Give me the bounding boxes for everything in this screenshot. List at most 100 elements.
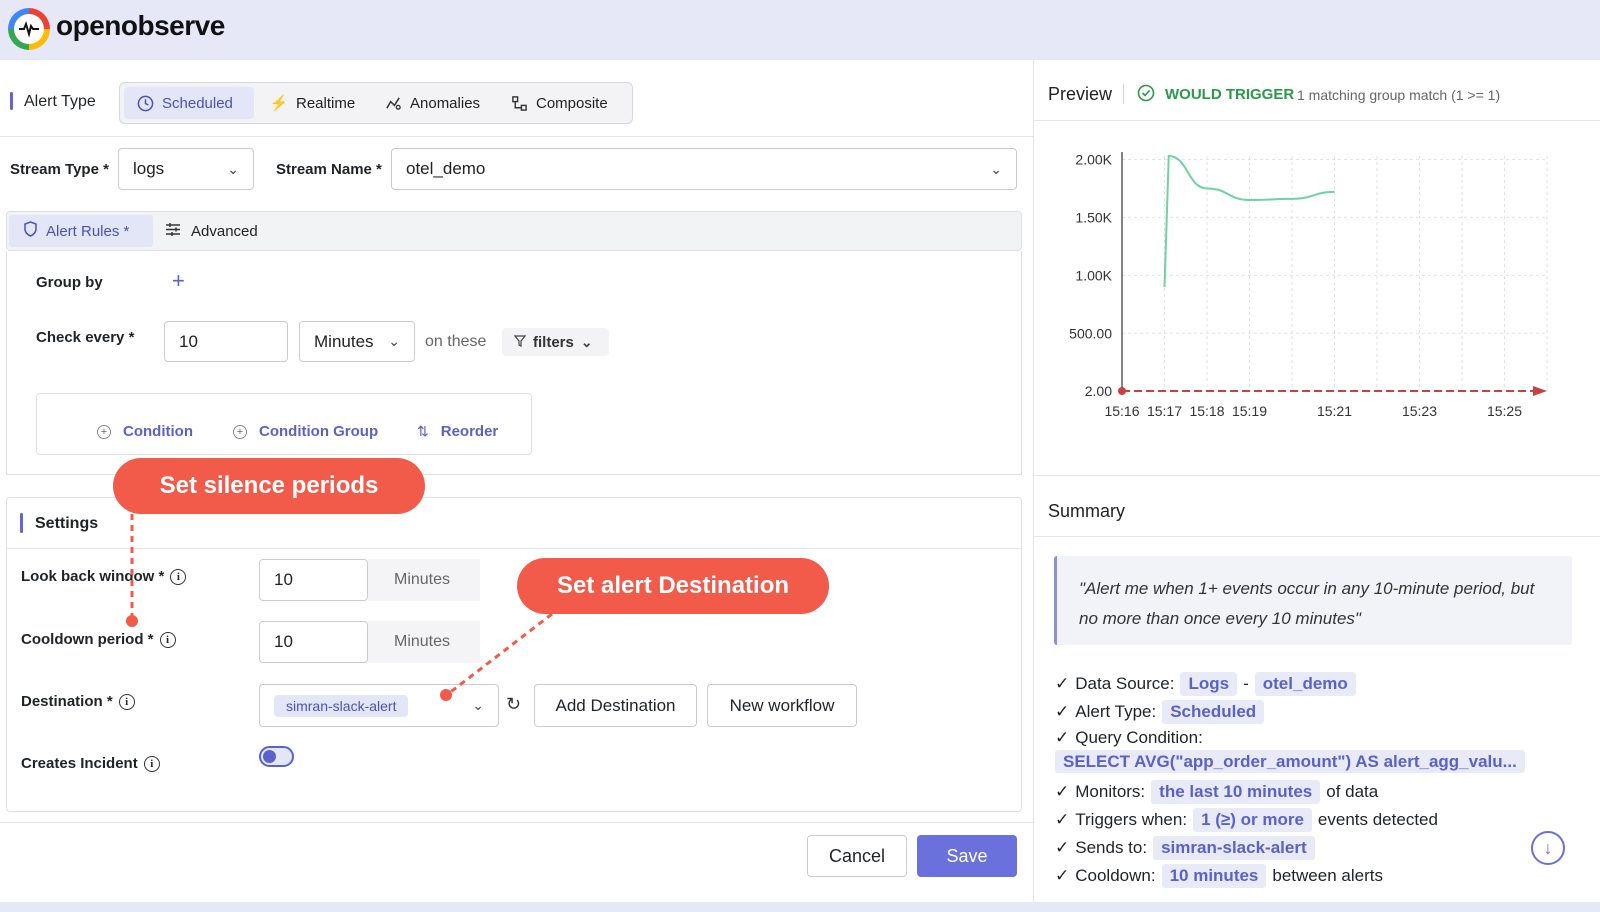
destination-select[interactable]: simran-slack-alert ⌄ — [259, 684, 499, 727]
silence-callout: Set silence periods — [113, 458, 425, 514]
alert-type-summary-label: Alert Type: — [1075, 702, 1157, 721]
look-back-unit: Minutes — [368, 559, 480, 601]
summary-title: Summary — [1048, 501, 1126, 521]
check-every-label: Check every * — [36, 329, 135, 346]
reorder-button[interactable]: ⇅ Reorder — [417, 423, 498, 440]
summary-triggers: ✓ Triggers when: 1 (≥) or more events de… — [1055, 808, 1438, 832]
chevron-down-icon: ⌄ — [472, 697, 484, 713]
check-every-unit-select[interactable]: Minutes ⌄ — [299, 321, 415, 362]
save-button[interactable]: Save — [917, 835, 1017, 877]
section-accent — [20, 513, 23, 533]
cooldown-unit: Minutes — [368, 621, 480, 663]
destination-chip[interactable]: simran-slack-alert — [274, 694, 409, 717]
data-source-label: Data Source: — [1075, 674, 1175, 693]
cooldown-summary-label: Cooldown: — [1075, 866, 1156, 885]
divider — [6, 548, 1022, 549]
alert-type-realtime[interactable]: ⚡ Realtime — [258, 87, 367, 119]
stream-type-select[interactable]: logs ⌄ — [118, 148, 254, 190]
x-tick-label: 15:17 — [1147, 403, 1182, 419]
stream-type-value: logs — [133, 159, 165, 178]
cooldown-input[interactable]: 10 — [259, 621, 368, 663]
x-tick-label: 15:19 — [1232, 403, 1267, 419]
lightning-icon: ⚡ — [269, 95, 289, 112]
destination-label-row: Destination * i — [21, 693, 135, 710]
look-back-label: Look back window * — [21, 568, 165, 585]
y-tick-label: 500.00 — [1069, 325, 1112, 341]
info-icon[interactable]: i — [143, 755, 160, 772]
rules-tabs: Alert Rules * Advanced — [6, 211, 1022, 251]
alert-type-selector: Scheduled ⚡ Realtime Anomalies Composite — [119, 82, 633, 124]
y-tick-label: 2.00 — [1085, 383, 1112, 399]
info-icon[interactable]: i — [118, 693, 135, 710]
stream-name-select[interactable]: otel_demo ⌄ — [391, 148, 1017, 190]
look-back-input[interactable]: 10 — [259, 559, 368, 601]
add-group-by-icon[interactable]: + — [172, 268, 185, 294]
alert-type-composite-label: Composite — [536, 94, 608, 112]
alert-type-scheduled[interactable]: Scheduled — [124, 87, 254, 119]
check-icon: ✓ — [1055, 728, 1070, 747]
refresh-icon[interactable]: ↻ — [506, 694, 521, 715]
add-destination-button[interactable]: Add Destination — [534, 684, 697, 727]
app-logo-text: openobserve — [56, 10, 225, 41]
alert-type-composite[interactable]: Composite — [498, 87, 620, 119]
check-icon: ✓ — [1055, 866, 1070, 885]
x-tick-label: 15:25 — [1487, 403, 1522, 419]
stream-type-label: Stream Type * — [10, 161, 109, 178]
chart-svg: 2.00K 1.50K 1.00K 500.00 2.00 15:16 15:17 15:18… — [1069, 151, 1548, 419]
divider — [1033, 475, 1600, 476]
shield-icon — [23, 221, 38, 241]
filters-label: filters — [533, 333, 574, 351]
summary-cooldown: ✓ Cooldown: 10 minutes between alerts — [1055, 864, 1383, 888]
check-every-input[interactable]: 10 — [164, 321, 288, 362]
cancel-button[interactable]: Cancel — [807, 835, 907, 877]
preview-title: Preview — [1048, 84, 1113, 104]
sends-value: simran-slack-alert — [1153, 836, 1315, 860]
stream-name-value: otel_demo — [406, 159, 486, 178]
preview-chart: 2.00K 1.50K 1.00K 500.00 2.00 15:16 15:17 15:18… — [1033, 120, 1600, 475]
destination-callout: Set alert Destination — [517, 558, 829, 614]
add-condition-group-button[interactable]: + Condition Group — [233, 423, 378, 440]
tab-alert-rules-label: Alert Rules * — [46, 222, 130, 240]
new-workflow-button[interactable]: New workflow — [707, 684, 857, 727]
tab-advanced[interactable]: Advanced — [165, 215, 258, 247]
divider — [0, 136, 1033, 137]
divider — [1033, 536, 1600, 537]
creates-incident-toggle[interactable] — [259, 746, 294, 767]
sliders-icon — [165, 222, 181, 241]
y-tick-label: 2.00K — [1075, 151, 1112, 167]
look-back-label-row: Look back window * i — [21, 568, 187, 585]
group-by-label: Group by — [36, 274, 103, 291]
summary-quote: "Alert me when 1+ events occur in any 10… — [1054, 556, 1572, 645]
triggers-value: 1 (≥) or more — [1193, 808, 1312, 832]
add-condition-label: Condition — [123, 423, 193, 440]
alert-type-scheduled-label: Scheduled — [162, 94, 233, 112]
info-icon[interactable]: i — [159, 631, 176, 648]
tab-advanced-label: Advanced — [191, 222, 258, 240]
clock-icon — [136, 94, 154, 112]
filter-icon — [513, 334, 527, 351]
stream-name-label: Stream Name * — [276, 161, 382, 178]
check-icon: ✓ — [1055, 702, 1070, 721]
filters-button[interactable]: filters ⌄ — [502, 328, 609, 356]
cooldown-value: 10 — [274, 632, 293, 651]
monitors-suffix: of data — [1326, 782, 1379, 801]
threshold-start-dot — [1118, 387, 1126, 395]
chevron-down-icon: ⌄ — [227, 160, 239, 177]
alert-type-summary-value: Scheduled — [1162, 700, 1265, 724]
trigger-status-detail: 1 matching group match (1 >= 1) — [1297, 87, 1501, 103]
plus-circle-icon: + — [233, 424, 247, 439]
alert-type-anomalies[interactable]: Anomalies — [372, 87, 492, 119]
query-value: SELECT AVG("app_order_amount") AS alert_… — [1055, 750, 1525, 773]
reorder-label: Reorder — [440, 423, 499, 440]
query-label: Query Condition: — [1075, 728, 1203, 747]
add-condition-button[interactable]: + Condition — [97, 423, 193, 440]
x-tick-label: 15:18 — [1189, 403, 1224, 419]
info-icon[interactable]: i — [170, 568, 187, 585]
y-tick-label: 1.00K — [1075, 267, 1112, 283]
tab-alert-rules[interactable]: Alert Rules * — [9, 215, 153, 247]
triggers-suffix: events detected — [1317, 810, 1438, 829]
chevron-down-icon: ⌄ — [388, 333, 400, 349]
scroll-down-icon[interactable]: ↓ — [1531, 831, 1565, 865]
top-bar — [0, 0, 1600, 60]
summary-sends-to: ✓ Sends to: simran-slack-alert — [1055, 836, 1315, 860]
